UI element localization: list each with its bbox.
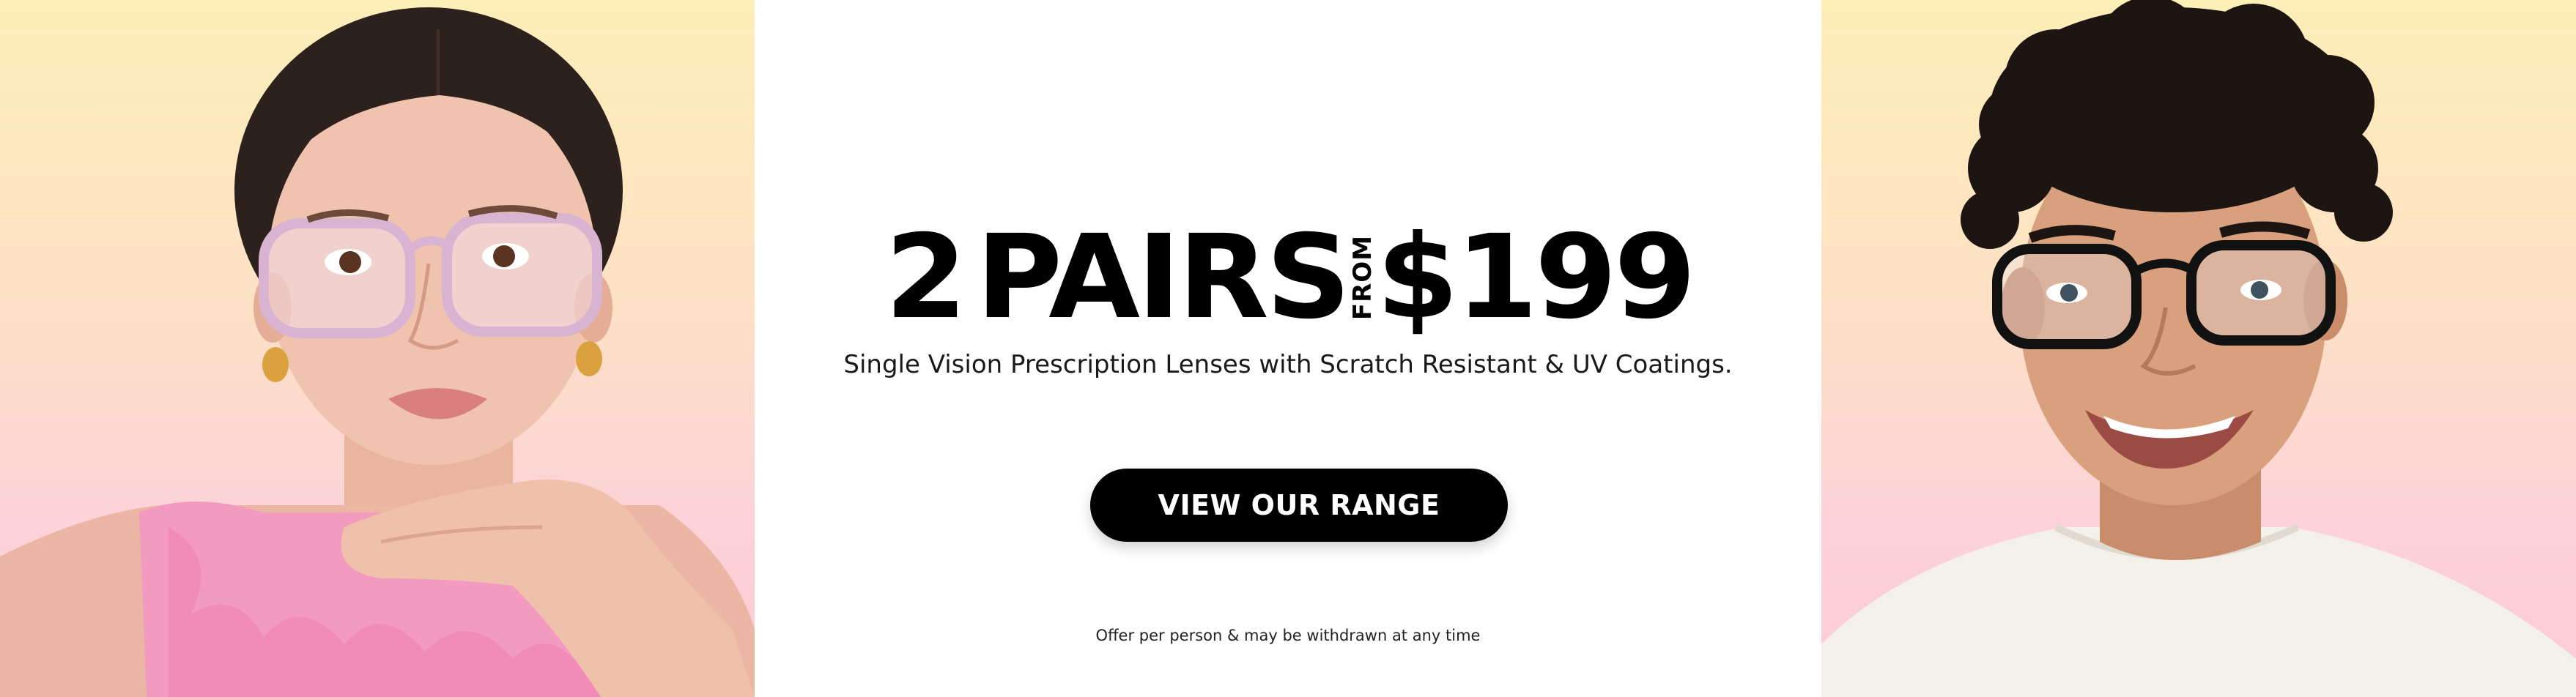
promo-banner[interactable]: 2 PAIRS FROM $199 Single Vision Prescrip… (0, 0, 2576, 697)
headline-price: $199 (1376, 210, 1696, 345)
man-glasses-illustration (1821, 0, 2576, 697)
headline-unit: PAIRS (976, 210, 1351, 345)
promo-subtitle: Single Vision Prescription Lenses with S… (843, 350, 1733, 379)
headline-from: FROM (1348, 234, 1377, 321)
headline-count: 2 (885, 210, 967, 345)
left-model-photo (0, 0, 755, 697)
headline: 2 PAIRS FROM $199 (755, 220, 1821, 335)
offer-disclaimer: Offer per person & may be withdrawn at a… (1095, 627, 1481, 644)
view-our-range-button[interactable]: VIEW OUR RANGE (1090, 469, 1508, 542)
woman-glasses-illustration (0, 7, 755, 697)
right-model-photo (1821, 0, 2576, 697)
promo-content: 2 PAIRS FROM $199 Single Vision Prescrip… (755, 0, 1821, 697)
